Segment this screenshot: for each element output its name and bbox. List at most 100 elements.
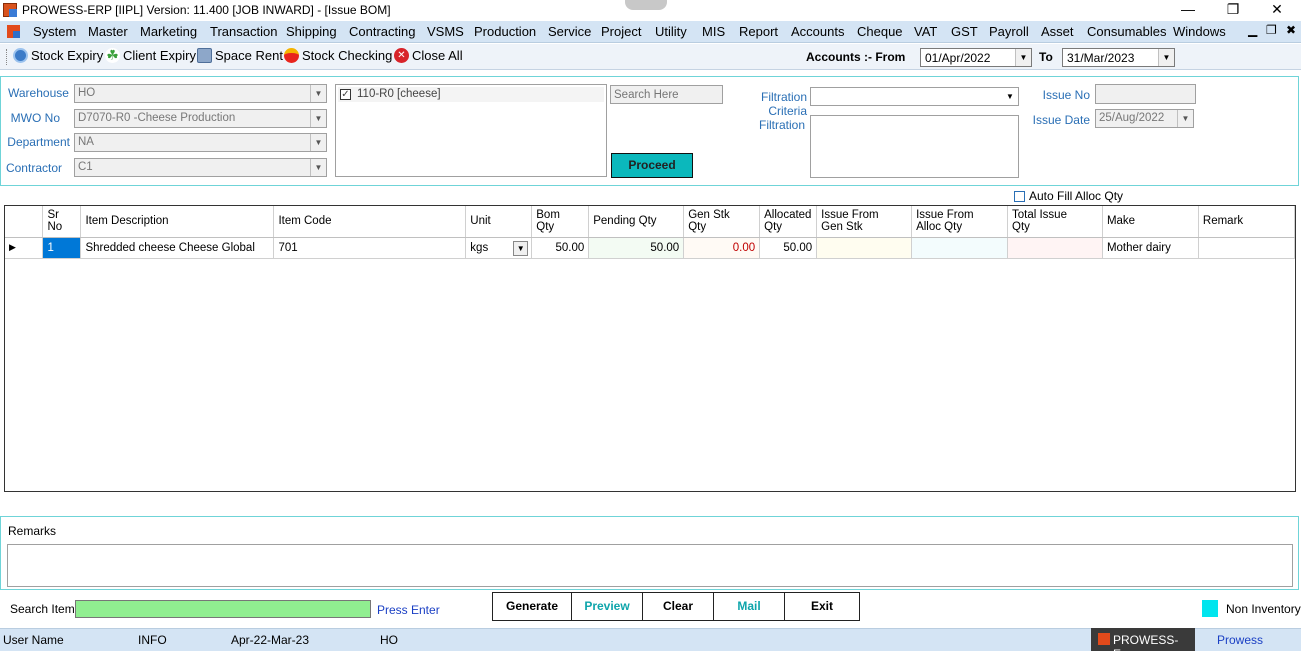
chevron-down-icon[interactable]: ▼ (513, 240, 529, 256)
cell-issue-from-gen-stk[interactable] (816, 237, 913, 259)
document-icon[interactable] (7, 25, 20, 38)
menu-report[interactable]: Report (739, 24, 778, 39)
checkbox-unchecked[interactable] (1014, 190, 1025, 202)
close-circle-icon: ✕ (394, 48, 409, 63)
row-selector-icon[interactable]: ▶ (5, 237, 44, 259)
restore-button[interactable]: ❐ (1213, 0, 1253, 20)
clear-button[interactable]: Clear (642, 592, 714, 621)
mail-button[interactable]: Mail (713, 592, 785, 621)
filtration-criteria-select[interactable]: ▼ (810, 87, 1019, 106)
menu-payroll[interactable]: Payroll (989, 24, 1029, 39)
header-item-description[interactable]: Item Description (80, 206, 275, 238)
chevron-down-icon[interactable]: ▼ (310, 110, 326, 127)
filtration-textarea[interactable] (810, 115, 1019, 178)
cell-remark[interactable] (1198, 237, 1296, 259)
to-date-picker[interactable]: 31/Mar/2023 ▼ (1062, 48, 1175, 67)
menu-cheque[interactable]: Cheque (857, 24, 903, 39)
menu-vat[interactable]: VAT (914, 24, 937, 39)
header-item-code[interactable]: Item Code (273, 206, 467, 238)
warehouse-select[interactable]: HO ▼ (74, 84, 327, 103)
menu-consumables[interactable]: Consumables (1087, 24, 1167, 39)
cell-allocated-qty[interactable]: 50.00 (759, 237, 818, 259)
menu-production[interactable]: Production (474, 24, 536, 39)
menu-project[interactable]: Project (601, 24, 641, 39)
search-item-input[interactable] (75, 600, 371, 618)
stock-checking-label: Stock Checking (302, 48, 393, 63)
bom-checklist[interactable]: ✓ 110-R0 [cheese] (335, 84, 607, 177)
auto-fill-alloc-checkbox[interactable]: Auto Fill Alloc Qty (1014, 189, 1123, 203)
menu-windows[interactable]: Windows (1173, 24, 1226, 39)
checkbox-checked[interactable]: ✓ (340, 89, 351, 100)
menu-asset[interactable]: Asset (1041, 24, 1074, 39)
items-grid[interactable]: Sr No Item Description Item Code Unit Bo… (4, 205, 1296, 492)
from-date-picker[interactable]: 01/Apr/2022 ▼ (920, 48, 1032, 67)
cell-item-description[interactable]: Shredded cheese Cheese Global (80, 237, 275, 259)
contractor-select[interactable]: C1 ▼ (74, 158, 327, 177)
client-expiry-button[interactable]: ☘ Client Expiry (105, 48, 196, 63)
chevron-down-icon[interactable]: ▼ (1158, 49, 1174, 66)
cell-total-issue-qty[interactable] (1007, 237, 1103, 259)
minimize-button[interactable]: — (1168, 0, 1208, 20)
header-unit[interactable]: Unit (465, 206, 533, 238)
close-button[interactable]: ✕ (1257, 0, 1297, 20)
cell-issue-from-alloc-qty[interactable] (911, 237, 1008, 259)
generate-button[interactable]: Generate (492, 592, 572, 621)
menu-marketing[interactable]: Marketing (140, 24, 197, 39)
preview-button[interactable]: Preview (571, 592, 643, 621)
chevron-down-icon[interactable]: ▼ (1177, 110, 1193, 127)
menu-utility[interactable]: Utility (655, 24, 687, 39)
proceed-button[interactable]: Proceed (611, 153, 693, 178)
chevron-down-icon[interactable]: ▼ (310, 134, 326, 151)
mdi-restore-button[interactable]: ❐ (1266, 23, 1277, 37)
stock-checking-button[interactable]: Stock Checking (284, 48, 392, 63)
search-input[interactable] (610, 85, 723, 104)
menu-transaction[interactable]: Transaction (210, 24, 277, 39)
cell-bom-qty[interactable]: 50.00 (531, 237, 590, 259)
issue-date-picker[interactable]: 25/Aug/2022 ▼ (1095, 109, 1194, 128)
list-item[interactable]: ✓ 110-R0 [cheese] (338, 87, 604, 102)
cell-sr-no[interactable]: 1 (42, 237, 82, 259)
cell-item-code[interactable]: 701 (273, 237, 467, 259)
chevron-down-icon[interactable] (625, 0, 667, 10)
menu-mis[interactable]: MIS (702, 24, 725, 39)
items-table: Sr No Item Description Item Code Unit Bo… (5, 206, 1296, 259)
chevron-down-icon[interactable]: ▼ (1002, 88, 1018, 105)
mwo-select[interactable]: D7070-R0 -Cheese Production ▼ (74, 109, 327, 128)
header-issue-from-alloc-qty[interactable]: Issue From Alloc Qty (911, 206, 1008, 238)
header-remark[interactable]: Remark (1198, 206, 1296, 238)
header-gen-stk-qty[interactable]: Gen Stk Qty (683, 206, 761, 238)
mdi-close-button[interactable]: ✖ (1286, 23, 1296, 37)
header-pending-qty[interactable]: Pending Qty (588, 206, 685, 238)
menu-service[interactable]: Service (548, 24, 591, 39)
chevron-down-icon[interactable]: ▼ (310, 85, 326, 102)
stock-expiry-button[interactable]: Stock Expiry (13, 48, 103, 63)
menu-master[interactable]: Master (88, 24, 128, 39)
space-rent-button[interactable]: Space Rent (197, 48, 283, 63)
cell-pending-qty[interactable]: 50.00 (588, 237, 685, 259)
menu-contracting[interactable]: Contracting (349, 24, 415, 39)
mdi-minimize-button[interactable]: ▁ (1248, 23, 1257, 37)
menu-system[interactable]: System (33, 24, 76, 39)
header-sr-no[interactable]: Sr No (42, 206, 82, 238)
chevron-down-icon[interactable]: ▼ (1015, 49, 1031, 66)
menu-accounts[interactable]: Accounts (791, 24, 844, 39)
remarks-textarea[interactable] (7, 544, 1293, 587)
taskbar-app-item[interactable]: PROWESS-E... (1091, 628, 1195, 651)
header-bom-qty[interactable]: Bom Qty (531, 206, 590, 238)
cell-make[interactable]: Mother dairy (1102, 237, 1199, 259)
header-total-issue-qty[interactable]: Total Issue Qty (1007, 206, 1103, 238)
menu-shipping[interactable]: Shipping (286, 24, 337, 39)
cell-unit[interactable]: kgs ▼ (465, 237, 533, 259)
table-row[interactable]: ▶ 1 Shredded cheese Cheese Global 701 kg… (5, 237, 1296, 259)
close-all-button[interactable]: ✕ Close All (394, 48, 463, 63)
header-make[interactable]: Make (1102, 206, 1199, 238)
menu-gst[interactable]: GST (951, 24, 978, 39)
department-select[interactable]: NA ▼ (74, 133, 327, 152)
header-issue-from-gen-stk[interactable]: Issue From Gen Stk (816, 206, 913, 238)
chevron-down-icon[interactable]: ▼ (310, 159, 326, 176)
issue-no-field[interactable] (1095, 84, 1196, 104)
cell-gen-stk-qty[interactable]: 0.00 (683, 237, 761, 259)
header-allocated-qty[interactable]: Allocated Qty (759, 206, 818, 238)
exit-button[interactable]: Exit (784, 592, 860, 621)
menu-vsms[interactable]: VSMS (427, 24, 464, 39)
